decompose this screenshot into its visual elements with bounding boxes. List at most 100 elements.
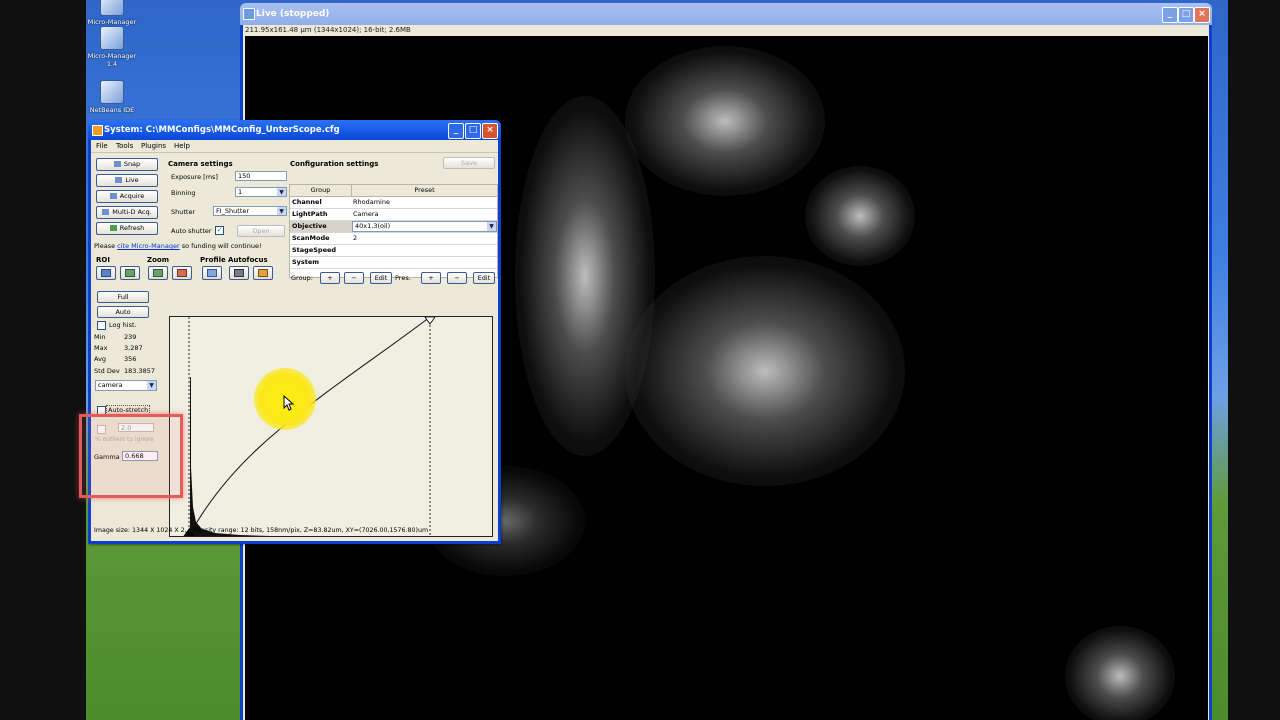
cell-signal (1065, 626, 1175, 720)
row-preset: Rhodamine (353, 198, 390, 206)
cell-signal (625, 256, 905, 486)
maximize-button[interactable]: □ (1178, 7, 1194, 23)
row-preset: 40x1.3(oil) (355, 222, 391, 230)
log-hist-checkbox[interactable] (97, 321, 106, 330)
menu-help[interactable]: Help (174, 142, 190, 150)
remove-preset-button[interactable]: − (447, 272, 467, 284)
multid-acq-button[interactable]: Multi-D Acq. (96, 206, 158, 219)
maximize-button[interactable]: □ (465, 123, 481, 139)
zoom-in-button[interactable] (148, 266, 168, 280)
desktop-icon-netbeans[interactable]: NetBeans IDE (86, 80, 138, 114)
roi-icon (101, 269, 111, 277)
configuration-settings-header: Configuration settings (290, 160, 379, 168)
autofocus-button[interactable] (229, 266, 249, 280)
row-preset: Camera (353, 210, 379, 218)
objective-select[interactable]: 40x1.3(oil) ▼ (352, 221, 497, 232)
full-range-button[interactable]: Full (97, 291, 149, 303)
binning-value: 1 (238, 188, 243, 196)
max-label: Max (94, 344, 108, 352)
table-row[interactable]: LightPath Camera (290, 209, 497, 221)
video-icon (115, 177, 123, 183)
column-header-preset: Preset (352, 185, 497, 197)
menu-file[interactable]: File (96, 142, 108, 150)
min-label: Min (94, 333, 106, 341)
roi-label: ROI (96, 256, 110, 264)
status-bar: Image size: 1344 X 1024 X 2, Intensity r… (94, 527, 429, 534)
snap-label: Snap (123, 160, 141, 168)
max-handle[interactable] (424, 317, 436, 325)
zoom-out-button[interactable] (172, 266, 192, 280)
live-button[interactable]: Live (96, 174, 158, 187)
live-label: Live (125, 176, 139, 184)
chevron-down-icon: ▼ (277, 207, 286, 215)
add-group-button[interactable]: + (320, 272, 340, 284)
preset-label: Pres. (395, 274, 411, 282)
menu-plugins[interactable]: Plugins (141, 142, 166, 150)
refresh-icon (109, 225, 117, 231)
table-row[interactable]: System (290, 257, 497, 269)
cite-prefix: Please (94, 242, 118, 250)
chevron-down-icon: ▼ (277, 188, 286, 196)
desktop-icon-label: Micro-Manager 1.4 (87, 52, 137, 68)
row-preset: 2 (353, 234, 358, 242)
profile-label: Profile (200, 256, 226, 264)
autofocus-settings-button[interactable] (253, 266, 273, 280)
gamma-highlight-annotation (79, 414, 183, 498)
add-preset-button[interactable]: + (421, 272, 441, 284)
group-label: Group: (291, 274, 313, 282)
snap-button[interactable]: Snap (96, 158, 158, 171)
edit-group-button[interactable]: Edit (370, 272, 392, 284)
std-dev-label: Std Dev (94, 367, 120, 375)
save-config-button[interactable]: Save (443, 157, 495, 169)
left-letterbox (0, 0, 86, 720)
column-header-group: Group (290, 185, 352, 197)
desktop-icon-micromanager-14[interactable]: Micro-Manager 1.4 (86, 26, 138, 68)
live-window-titlebar[interactable]: Live (stopped) _ □ × (240, 3, 1212, 25)
close-button[interactable]: × (1194, 7, 1210, 23)
minimize-button[interactable]: _ (448, 123, 464, 139)
acquire-icon (109, 193, 117, 199)
open-shutter-button[interactable]: Open (237, 225, 285, 237)
min-value: 239 (124, 333, 137, 341)
exposure-field[interactable]: 150 (235, 171, 287, 181)
edit-preset-button[interactable]: Edit (473, 272, 495, 284)
system-window-titlebar[interactable]: System: C:\MMConfigs\MMConfig_UnterScope… (88, 120, 501, 140)
remove-group-button[interactable]: − (344, 272, 364, 284)
acquire-button[interactable]: Acquire (96, 190, 158, 203)
chevron-down-icon: ▼ (147, 381, 156, 390)
display-mode-value: camera (98, 381, 123, 389)
right-letterbox (1228, 0, 1280, 720)
display-mode-select[interactable]: camera ▼ (95, 380, 157, 391)
auto-range-button[interactable]: Auto (97, 306, 149, 318)
binning-select[interactable]: 1 ▼ (235, 187, 287, 197)
table-row[interactable]: Channel Rhodamine (290, 197, 497, 209)
minimize-button[interactable]: _ (1162, 7, 1178, 23)
std-dev-value: 183.3857 (124, 367, 156, 375)
cite-notice: Please cite Micro-Manager so funding wil… (94, 242, 262, 250)
row-group: LightPath (292, 210, 328, 218)
log-hist-label: Log hist. (109, 321, 137, 329)
multid-label: Multi-D Acq. (112, 208, 152, 216)
table-row[interactable]: StageSpeed (290, 245, 497, 257)
roi-set-button[interactable] (96, 266, 116, 280)
shutter-select[interactable]: FI_Shutter ▼ (213, 206, 287, 216)
cite-link[interactable]: cite Micro-Manager (117, 242, 179, 250)
menu-tools[interactable]: Tools (116, 142, 133, 150)
table-row[interactable]: ScanMode 2 (290, 233, 497, 245)
exposure-label: Exposure [ms] (171, 173, 218, 181)
microscope-icon (100, 0, 124, 16)
cell-signal (805, 166, 915, 266)
image-info: 211.95x161.48 µm (1344x1024); 16-bit; 2.… (245, 26, 411, 34)
histogram-panel[interactable] (169, 316, 493, 537)
roi-full-icon (125, 269, 135, 277)
cell-signal (625, 46, 825, 196)
close-button[interactable]: × (482, 123, 498, 139)
camera-icon (113, 161, 121, 167)
profile-button[interactable] (202, 266, 222, 280)
avg-label: Avg (94, 355, 107, 363)
table-row-selected[interactable]: Objective 40x1.3(oil) ▼ (290, 221, 497, 233)
system-window-title: System: C:\MMConfigs\MMConfig_UnterScope… (104, 125, 340, 135)
refresh-button[interactable]: Refresh (96, 222, 158, 235)
roi-clear-button[interactable] (120, 266, 140, 280)
auto-shutter-checkbox[interactable]: ✓ (215, 226, 224, 235)
